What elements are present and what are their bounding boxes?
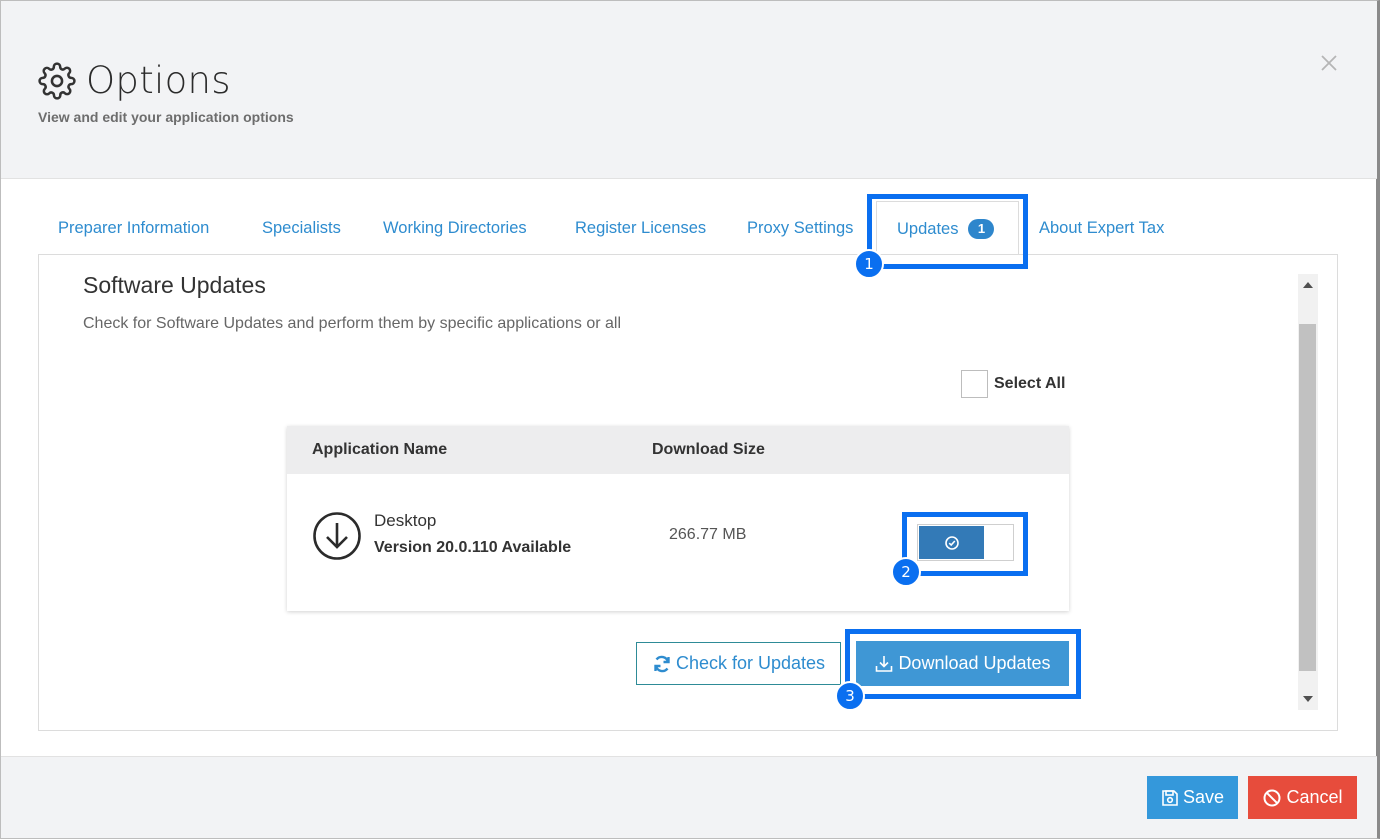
scroll-up-arrow-icon[interactable] (1298, 274, 1318, 296)
scroll-down-arrow-icon[interactable] (1298, 688, 1318, 710)
cancel-label: Cancel (1286, 787, 1343, 807)
ban-icon (1263, 789, 1281, 806)
select-all-checkbox[interactable] (961, 370, 988, 398)
cancel-button[interactable]: Cancel (1248, 776, 1357, 819)
options-dialog: Options View and edit your application o… (0, 0, 1380, 839)
section-description: Check for Software Updates and perform t… (83, 315, 622, 332)
column-header-application-name: Application Name (312, 441, 448, 458)
tab-about-expert-tax[interactable]: About Expert Tax (1039, 219, 1164, 238)
save-label: Save (1182, 787, 1225, 807)
tab-working-directories[interactable]: Working Directories (383, 219, 527, 238)
tab-proxy-settings[interactable]: Proxy Settings (747, 219, 853, 238)
tab-preparer-information[interactable]: Preparer Information (58, 219, 209, 238)
highlight-box-updates-tab (867, 194, 1028, 269)
app-version: Version 20.0.110 Available (374, 539, 572, 556)
select-all-control[interactable]: Select All (961, 370, 1065, 398)
scrollbar-thumb[interactable] (1299, 324, 1316, 671)
save-button[interactable]: Save (1147, 776, 1238, 819)
app-download-size: 266.77 MB (669, 526, 747, 543)
app-name: Desktop (374, 511, 437, 530)
highlight-box-toggle (902, 512, 1028, 576)
dialog-title-row: Options (38, 59, 231, 102)
close-icon[interactable] (1317, 51, 1341, 75)
tab-register-licenses[interactable]: Register Licenses (575, 219, 706, 238)
select-all-label: Select All (994, 375, 1066, 392)
highlight-box-download-button (845, 629, 1081, 699)
step-marker-2: 2 (891, 557, 921, 587)
table-header: Application Name Download Size (287, 426, 1069, 474)
refresh-icon (654, 655, 670, 672)
column-header-download-size: Download Size (652, 441, 765, 458)
dialog-subtitle: View and edit your application options (38, 109, 294, 125)
check-for-updates-label: Check for Updates (675, 653, 826, 673)
dialog-title: Options (86, 59, 231, 102)
step-marker-1: 1 (854, 249, 884, 279)
check-for-updates-button[interactable]: Check for Updates (636, 642, 841, 685)
caret-down-icon (1303, 696, 1313, 702)
gear-icon (38, 61, 76, 100)
section-title: Software Updates (83, 272, 266, 298)
caret-up-icon (1303, 282, 1313, 288)
download-circle-icon (313, 512, 361, 560)
tab-specialists[interactable]: Specialists (262, 219, 341, 238)
step-marker-3: 3 (835, 681, 865, 711)
save-icon (1162, 789, 1178, 806)
